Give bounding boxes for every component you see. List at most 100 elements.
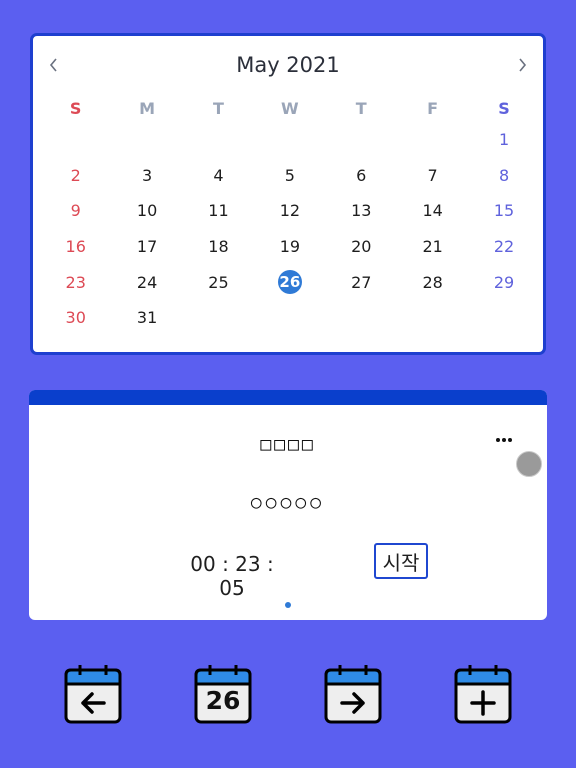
- floating-handle[interactable]: [516, 451, 542, 477]
- calendar-widget: May 2021 S M T W T F S 1 2 3 4 5 6 7 8 9 10 11 12 13…: [30, 33, 546, 355]
- calendar-empty-cell: [183, 300, 254, 336]
- calendar-day-label: 19: [279, 237, 301, 257]
- calendar-day[interactable]: 5: [254, 158, 325, 194]
- calendar-empty-cell: [183, 122, 254, 158]
- calendar-day[interactable]: 27: [326, 264, 397, 300]
- calendar-empty-cell: [397, 122, 468, 158]
- calendar-day-label: 16: [65, 237, 86, 257]
- bottom-toolbar: 26: [0, 664, 576, 724]
- calendar-week-row: 30 31: [40, 300, 540, 336]
- calendar-day-label: 31: [136, 308, 158, 328]
- calendar-day[interactable]: 1: [468, 122, 539, 158]
- calendar-day[interactable]: 15: [468, 193, 539, 229]
- timer-display: 00 : 23 : 05: [190, 552, 274, 600]
- calendar-header: May 2021: [33, 50, 543, 82]
- today-button[interactable]: 26: [194, 664, 252, 724]
- weekday-header-row: S M T W T F S: [40, 94, 540, 122]
- calendar-day[interactable]: 10: [111, 193, 182, 229]
- calendar-week-row: 16 17 18 19 20 21 22: [40, 229, 540, 265]
- add-event-button[interactable]: [454, 664, 512, 724]
- calendar-empty-cell: [254, 122, 325, 158]
- calendar-day[interactable]: 28: [397, 264, 468, 300]
- timer-subtitle: ○○○○○: [250, 492, 326, 513]
- calendar-day[interactable]: 16: [40, 229, 111, 265]
- calendar-week-row: 9 10 11 12 13 14 15: [40, 193, 540, 229]
- calendar-day-label: 7: [427, 165, 438, 185]
- calendar-day-label: 9: [70, 201, 81, 221]
- calendar-day-label: 27: [351, 272, 372, 292]
- timer-title: □□□□: [260, 434, 316, 455]
- calendar-empty-cell: [468, 300, 539, 336]
- calendar-day-label: 18: [208, 237, 229, 257]
- prev-day-button[interactable]: [64, 664, 122, 724]
- calendar-day-label: 8: [498, 165, 510, 185]
- calendar-day[interactable]: 22: [468, 229, 539, 265]
- calendar-day[interactable]: 6: [326, 158, 397, 194]
- calendar-week-row: 2 3 4 5 6 7 8: [40, 158, 540, 194]
- calendar-day[interactable]: 11: [183, 193, 254, 229]
- calendar-day-label: 13: [351, 201, 372, 221]
- calendar-day[interactable]: 18: [183, 229, 254, 265]
- weekday-label: S: [69, 98, 82, 118]
- calendar-day[interactable]: 12: [254, 193, 325, 229]
- calendar-empty-cell: [254, 300, 325, 336]
- calendar-day-label: 20: [351, 237, 372, 257]
- calendar-day-label: 6: [356, 165, 367, 185]
- calendar-day-label: 28: [422, 272, 443, 292]
- calendar-day[interactable]: 21: [397, 229, 468, 265]
- calendar-week-row: 1: [40, 122, 540, 158]
- calendar-day-label: 22: [493, 237, 515, 257]
- calendar-arrow-right-icon: [324, 665, 382, 724]
- calendar-empty-cell: [326, 122, 397, 158]
- calendar-day[interactable]: 13: [326, 193, 397, 229]
- calendar-day-label: 10: [136, 201, 158, 221]
- weekday-label: F: [427, 98, 439, 118]
- calendar-day[interactable]: 20: [326, 229, 397, 265]
- calendar-grid: S M T W T F S 1 2 3 4 5 6 7 8 9 10 11 12 13 14 15 16 17 1…: [40, 94, 540, 336]
- month-title[interactable]: May 2021: [33, 53, 543, 77]
- calendar-day-label: 1: [498, 130, 510, 150]
- calendar-day[interactable]: 14: [397, 193, 468, 229]
- calendar-day[interactable]: 8: [468, 158, 539, 194]
- calendar-day-label: 4: [213, 165, 224, 185]
- start-button[interactable]: 시작: [374, 543, 428, 579]
- next-month-button[interactable]: [509, 52, 535, 78]
- calendar-day-label: 25: [208, 272, 229, 292]
- calendar-day-label: 21: [422, 237, 443, 257]
- calendar-day-label: 23: [65, 272, 86, 292]
- weekday-label: M: [139, 98, 156, 118]
- calendar-day[interactable]: 19: [254, 229, 325, 265]
- calendar-day[interactable]: 30: [40, 300, 111, 336]
- calendar-day[interactable]: 29: [468, 264, 539, 300]
- calendar-day[interactable]: 17: [111, 229, 182, 265]
- next-day-button[interactable]: [324, 664, 382, 724]
- calendar-day[interactable]: 25: [183, 264, 254, 300]
- calendar-empty-cell: [111, 122, 182, 158]
- calendar-day[interactable]: 3: [111, 158, 182, 194]
- calendar-day-label: 17: [136, 237, 158, 257]
- calendar-day-label: 30: [65, 308, 86, 328]
- calendar-day[interactable]: 23: [40, 264, 111, 300]
- calendar-day[interactable]: 24: [111, 264, 182, 300]
- calendar-day[interactable]: 9: [40, 193, 111, 229]
- weekday-label: S: [498, 98, 510, 118]
- timer-card-header-bar: [29, 390, 547, 405]
- calendar-day[interactable]: 4: [183, 158, 254, 194]
- calendar-day-label: 15: [493, 201, 515, 221]
- calendar-empty-cell: [397, 300, 468, 336]
- calendar-day[interactable]: 31: [111, 300, 182, 336]
- calendar-day-label: 11: [208, 201, 229, 221]
- today-number: 26: [205, 686, 241, 715]
- calendar-day-label: 29: [493, 272, 515, 292]
- calendar-day[interactable]: 7: [397, 158, 468, 194]
- calendar-empty-cell: [40, 122, 111, 158]
- more-dots-icon[interactable]: [496, 438, 512, 444]
- calendar-arrow-left-icon: [64, 665, 122, 724]
- calendar-day[interactable]: 26: [254, 264, 325, 300]
- page-indicator-dot: [285, 602, 291, 608]
- calendar-day-label: 12: [279, 201, 301, 221]
- weekday-label: T: [213, 98, 224, 118]
- timer-card: □□□□ ○○○○○ 00 : 23 : 05 시작: [29, 390, 547, 620]
- calendar-day[interactable]: 2: [40, 158, 111, 194]
- weekday-label: W: [281, 98, 299, 118]
